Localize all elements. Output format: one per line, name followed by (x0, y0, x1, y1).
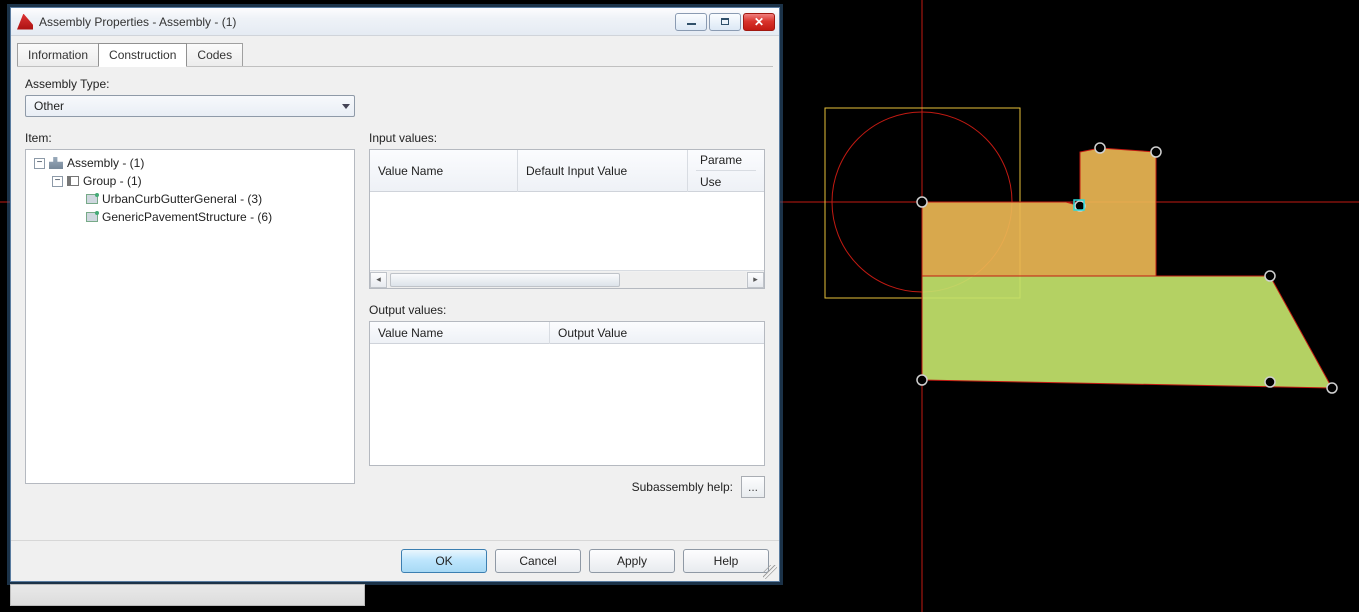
background-chrome-strip (10, 584, 365, 606)
output-values-label: Output values: (369, 303, 765, 317)
tab-construction[interactable]: Construction (98, 43, 187, 66)
cancel-button[interactable]: Cancel (495, 549, 581, 573)
input-values-header: Value Name Default Input Value Parame Us… (370, 150, 764, 192)
tab-information[interactable]: Information (17, 43, 99, 66)
tab-codes[interactable]: Codes (186, 43, 243, 66)
dialog-button-row: OK Cancel Apply Help (11, 540, 779, 581)
collapse-icon[interactable]: − (34, 158, 45, 169)
input-values-table[interactable]: Value Name Default Input Value Parame Us… (369, 149, 765, 289)
col-output-value[interactable]: Output Value (550, 322, 764, 344)
input-values-body (370, 192, 764, 270)
col-value-name[interactable]: Value Name (370, 322, 550, 344)
app-icon (17, 14, 33, 30)
titlebar[interactable]: Assembly Properties - Assembly - (1) ✕ (11, 8, 779, 36)
col-value-name[interactable]: Value Name (370, 150, 518, 192)
assembly-type-value: Other (34, 99, 64, 113)
tab-page-construction: Assembly Type: Other Item: − Assembly - … (17, 66, 773, 534)
minimize-button[interactable] (675, 13, 707, 31)
col-parameter-use: Use (696, 171, 756, 192)
resize-grip[interactable] (763, 565, 777, 579)
output-values-header: Value Name Output Value (370, 322, 764, 344)
scroll-left-button[interactable]: ◂ (370, 272, 387, 288)
maximize-button[interactable] (709, 13, 741, 31)
item-tree[interactable]: − Assembly - (1) − Group - (1) (26, 150, 354, 230)
subassembly-help-button[interactable]: ... (741, 476, 765, 498)
collapse-icon[interactable]: − (52, 176, 63, 187)
output-values-table[interactable]: Value Name Output Value (369, 321, 765, 466)
scroll-right-button[interactable]: ▸ (747, 272, 764, 288)
tree-node-label: UrbanCurbGutterGeneral - (3) (102, 192, 262, 206)
window-title: Assembly Properties - Assembly - (1) (39, 15, 675, 29)
apply-button[interactable]: Apply (589, 549, 675, 573)
item-label: Item: (25, 131, 355, 145)
subassembly-icon (86, 194, 98, 204)
tab-strip: Information Construction Codes (11, 36, 779, 66)
tree-node-subassembly[interactable]: UrbanCurbGutterGeneral - (3) (28, 190, 352, 208)
input-values-label: Input values: (369, 131, 765, 145)
assembly-type-combo[interactable]: Other (25, 95, 355, 117)
assembly-icon (49, 157, 63, 169)
tree-node-subassembly[interactable]: GenericPavementStructure - (6) (28, 208, 352, 226)
subassembly-help-label: Subassembly help: (632, 480, 733, 494)
close-button[interactable]: ✕ (743, 13, 775, 31)
subassembly-icon (86, 212, 98, 222)
tree-node-assembly[interactable]: − Assembly - (1) (28, 154, 352, 172)
tree-node-label: GenericPavementStructure - (6) (102, 210, 272, 224)
col-parameter[interactable]: Parame Use (688, 150, 764, 192)
scroll-thumb[interactable] (390, 273, 620, 287)
ok-button[interactable]: OK (401, 549, 487, 573)
group-icon (67, 176, 79, 186)
col-parameter-top: Parame (696, 150, 756, 171)
tree-node-group[interactable]: − Group - (1) (28, 172, 352, 190)
assembly-properties-dialog: Assembly Properties - Assembly - (1) ✕ I… (10, 7, 780, 582)
col-default-input-value[interactable]: Default Input Value (518, 150, 688, 192)
assembly-type-label: Assembly Type: (25, 77, 765, 91)
tree-node-label: Group - (1) (83, 174, 142, 188)
input-values-hscroll[interactable]: ◂ ▸ (370, 270, 764, 288)
chevron-down-icon (342, 104, 350, 109)
scroll-track[interactable] (388, 272, 746, 288)
help-button[interactable]: Help (683, 549, 769, 573)
tree-node-label: Assembly - (1) (67, 156, 144, 170)
item-tree-panel: − Assembly - (1) − Group - (1) (25, 149, 355, 484)
